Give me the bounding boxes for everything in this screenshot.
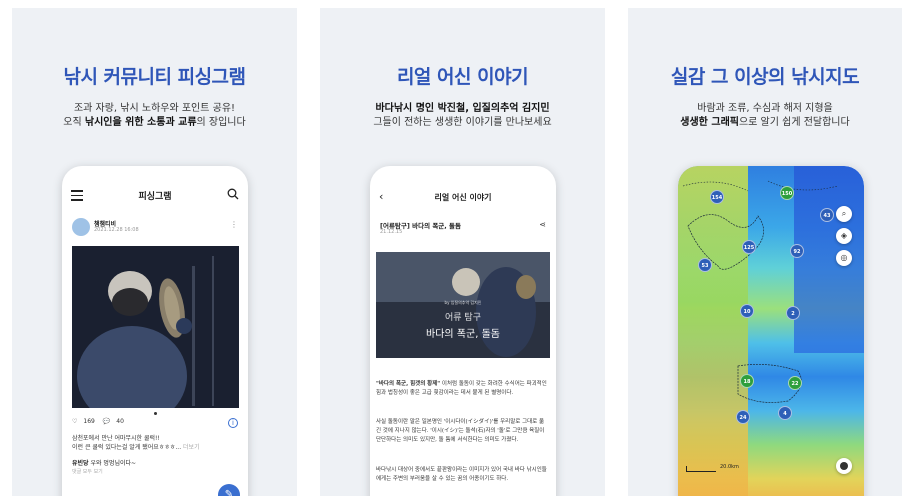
map-marker[interactable]: 2 — [786, 306, 800, 320]
locate-icon[interactable] — [836, 458, 852, 474]
angler-with-fish-image — [72, 246, 239, 408]
search-icon[interactable] — [227, 188, 239, 200]
post-photo[interactable] — [72, 246, 239, 408]
post-stats: ♡ 169 💬 40 i — [72, 418, 238, 430]
phone-mockup-map: 1541504312592531021822244 ⌕ ◈ ◎ 20.0km 0… — [678, 166, 864, 496]
panel-headline: 낚시 커뮤니티 피싱그램 — [63, 66, 246, 88]
info-icon[interactable]: i — [228, 418, 238, 428]
see-more-link[interactable]: 더보기 — [183, 444, 200, 451]
article-date: 21.12.15 — [380, 229, 403, 235]
view-all-comments-link[interactable]: 댓글 모두 보기 — [72, 468, 103, 475]
fishing-map[interactable]: 1541504312592531021822244 ⌕ ◈ ◎ 20.0km 0… — [678, 166, 864, 496]
like-count: 169 — [83, 418, 95, 425]
comment-icon[interactable]: 💬 — [103, 418, 110, 425]
panel-subtitle: 조과 자랑, 낚시 노하우와 포인트 공유! — [73, 103, 236, 114]
article-paragraph: "바다의 폭군, 힘갯의 황제" 이처럼 돌돔이 갖는 화려한 수식어는 파괴적… — [376, 381, 547, 396]
phone-mockup-fishingram: 피싱그램 챔챔티비 2021.12.28 16:08 ⋮ ♡ 169 💬 40 … — [62, 166, 248, 496]
map-marker[interactable]: 53 — [698, 258, 712, 272]
share-icon[interactable]: ⋖ — [539, 220, 546, 229]
panel-subtitle-2: 그들이 전하는 생생한 이야기를 만나보세요 — [373, 117, 552, 128]
post-caption: 삼천포에서 만난 어마무시한 쿨럭!! 이런 큰 쿨럭 있다는걸 알게 됐어요ㅎ… — [72, 435, 200, 451]
story-panel: 리얼 어신 이야기 바다낚시 명인 박진철, 입질의추억 김지민 그들이 전하는… — [320, 8, 605, 496]
panel-subtitle: 바람과 조류, 수심과 해저 지형을 — [697, 103, 833, 114]
map-marker[interactable]: 4 — [778, 406, 792, 420]
write-post-button[interactable]: ✎ — [218, 484, 240, 496]
avatar[interactable] — [72, 218, 90, 236]
panel-subtitle: 바다낚시 명인 박진철, 입질의추억 김지민 — [375, 103, 550, 114]
more-options-icon[interactable]: ⋮ — [230, 220, 238, 229]
post-header: 챔챔티비 2021.12.28 16:08 ⋮ — [72, 218, 238, 240]
map-marker[interactable]: 154 — [710, 190, 724, 204]
map-scale-label: 20.0km — [720, 464, 739, 470]
panel-headline: 실감 그 이상의 낚시지도 — [670, 66, 860, 88]
article-hero-image: by 입질의추억 김지민 어류 탐구 바다의 폭군, 돌돔 — [376, 252, 550, 358]
map-marker[interactable]: 18 — [740, 374, 754, 388]
map-panel: 실감 그 이상의 낚시지도 바람과 조류, 수심과 해저 지형을 생생한 그래픽… — [628, 8, 902, 496]
comment: 유빈당 우와 멍멍님이다~ — [72, 460, 137, 467]
map-marker[interactable]: 43 — [820, 208, 834, 222]
map-marker[interactable]: 92 — [790, 244, 804, 258]
layers-icon[interactable]: ◈ — [836, 228, 852, 244]
post-date: 2021.12.28 16:08 — [94, 227, 139, 233]
panel-subtitle-2: 생생한 그래픽으로 알기 쉽게 전달합니다 — [680, 117, 850, 128]
heart-icon[interactable]: ♡ — [72, 418, 77, 425]
map-marker[interactable]: 150 — [780, 186, 794, 200]
target-icon[interactable]: ◎ — [836, 250, 852, 266]
phone-mockup-story: ‹ 리얼 어신 이야기 [어류탐구] 바다의 폭군, 돌돔 21.12.15 ⋖… — [370, 166, 556, 496]
community-panel: 낚시 커뮤니티 피싱그램 조과 자랑, 낚시 노하우와 포인트 공유! 오직 낚… — [12, 8, 297, 496]
panel-subtitle-2: 오직 낚시인을 위한 소통과 교류의 장입니다 — [63, 117, 246, 128]
app-header: 피싱그램 — [62, 186, 248, 206]
app-title: 피싱그램 — [138, 192, 172, 202]
map-scale-bar — [686, 466, 716, 472]
comment-count: 40 — [116, 418, 124, 425]
article-paragraph: 바다낚시 대상어 중에서도 끝판왕이라는 이미지가 있어 국내 바다 낚시인들에… — [376, 467, 547, 482]
screen-title: 리얼 어신 이야기 — [434, 193, 492, 202]
map-marker[interactable]: 22 — [788, 376, 802, 390]
search-icon[interactable]: ⌕ — [836, 206, 852, 222]
map-marker[interactable]: 10 — [740, 304, 754, 318]
hero-text: by 입질의추억 김지민 어류 탐구 바다의 폭군, 돌돔 — [426, 300, 500, 340]
article-paragraph: 사실 돌돔이란 말은 일본명인 '이시다이(イシダイ)'를 우리말로 그대로 옮… — [376, 419, 545, 443]
panel-headline: 리얼 어신 이야기 — [396, 66, 529, 88]
map-marker[interactable]: 125 — [742, 240, 756, 254]
map-marker[interactable]: 24 — [736, 410, 750, 424]
carousel-indicator — [154, 412, 157, 415]
